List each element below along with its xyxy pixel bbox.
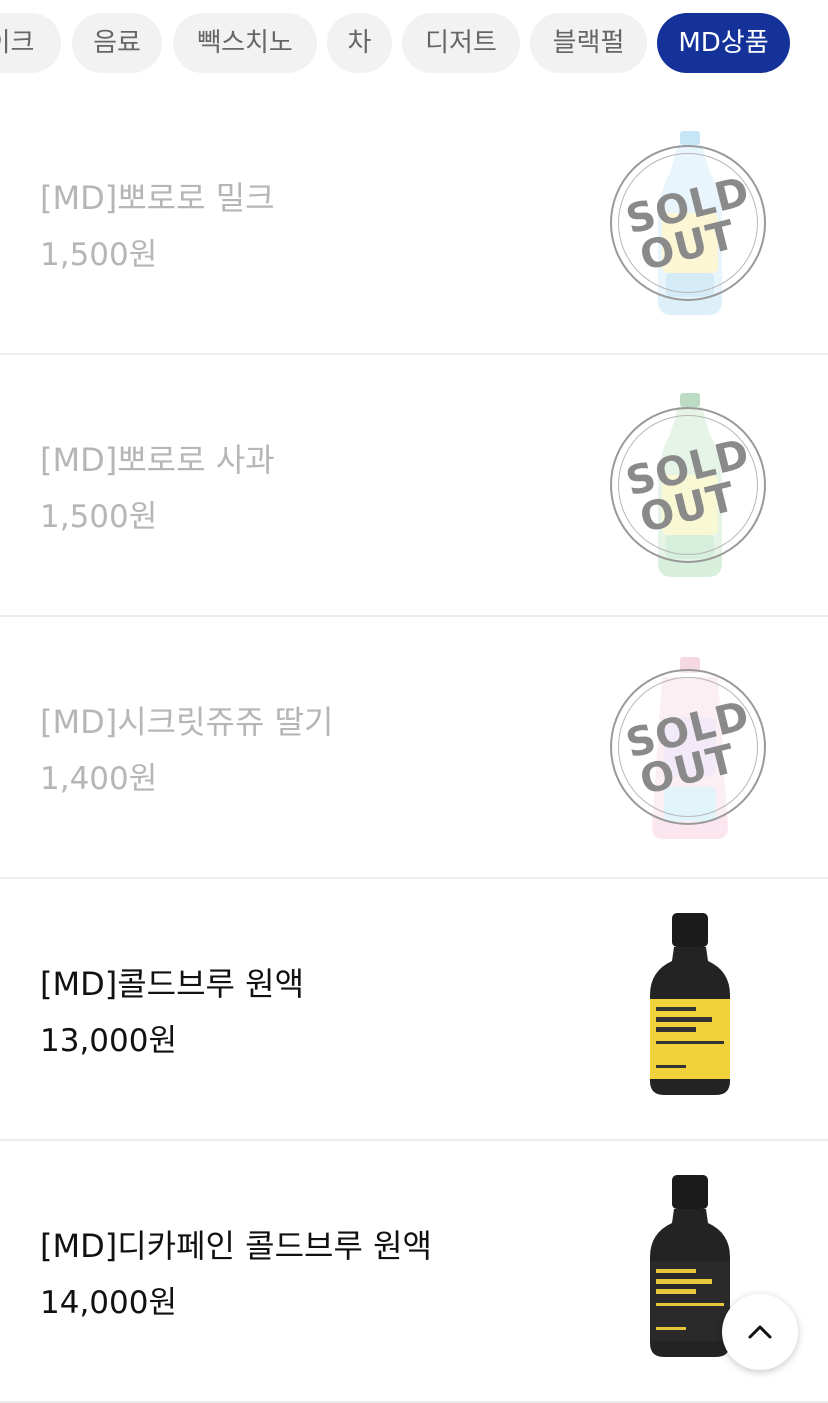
product-name: [MD]뽀로로 밀크: [40, 179, 275, 217]
pororo-milk-bottle-icon: SOLD OUT: [600, 123, 780, 323]
secret-jouju-pouch-icon: SOLD OUT: [600, 647, 780, 847]
category-chip-paikccino[interactable]: 빽스치노: [173, 13, 317, 73]
product-price: 14,000원: [40, 1285, 177, 1321]
product-price: 1,500원: [40, 499, 158, 535]
product-item[interactable]: [MD]뽀로로 밀크 1,500원 SOLD OUT: [0, 93, 828, 355]
category-chip-md-goods[interactable]: MD상품: [657, 13, 790, 73]
product-list: [MD]뽀로로 밀크 1,500원 SOLD OUT [MD]뽀로로 사과 1,…: [0, 93, 828, 1403]
product-name: [MD]콜드브루 원액: [40, 965, 305, 1003]
product-name: [MD]디카페인 콜드브루 원액: [40, 1227, 432, 1265]
product-item[interactable]: [MD]시크릿쥬쥬 딸기 1,400원 SOLD OUT: [0, 617, 828, 879]
category-chip-label: 이크: [0, 28, 35, 58]
product-price: 1,400원: [40, 761, 158, 797]
pororo-apple-bottle-icon: SOLD OUT: [600, 385, 780, 585]
product-item[interactable]: [MD]뽀로로 사과 1,500원 SOLD OUT: [0, 355, 828, 617]
product-name: [MD]시크릿쥬쥬 딸기: [40, 703, 334, 741]
category-chip-drinks[interactable]: 음료: [72, 13, 162, 73]
category-chip-dessert[interactable]: 디저트: [402, 13, 520, 73]
product-item[interactable]: [MD]디카페인 콜드브루 원액 14,000원: [0, 1141, 828, 1403]
category-chip-label: 차: [347, 28, 372, 58]
product-price: 13,000원: [40, 1023, 177, 1059]
category-chip-tea[interactable]: 차: [327, 13, 392, 73]
category-chip-label: 디저트: [425, 28, 497, 58]
scroll-to-top-button[interactable]: [722, 1294, 798, 1370]
product-price: 1,500원: [40, 237, 158, 273]
coldbrew-bottle-icon: [600, 909, 780, 1109]
category-chip-label: 빽스치노: [197, 28, 293, 58]
category-chip-black-pearl[interactable]: 블랙펄: [530, 13, 647, 73]
category-chip-shake[interactable]: 이크: [0, 13, 61, 73]
category-chip-label: 블랙펄: [552, 28, 625, 58]
category-tab-bar: 이크 음료 빽스치노 차 디저트 블랙펄 MD상품: [0, 13, 828, 73]
product-name: [MD]뽀로로 사과: [40, 441, 275, 479]
product-item[interactable]: [MD]콜드브루 원액 13,000원: [0, 879, 828, 1141]
chevron-up-icon: [748, 1325, 772, 1339]
category-chip-label: 음료: [93, 28, 141, 58]
category-chip-label: MD상품: [678, 28, 769, 58]
